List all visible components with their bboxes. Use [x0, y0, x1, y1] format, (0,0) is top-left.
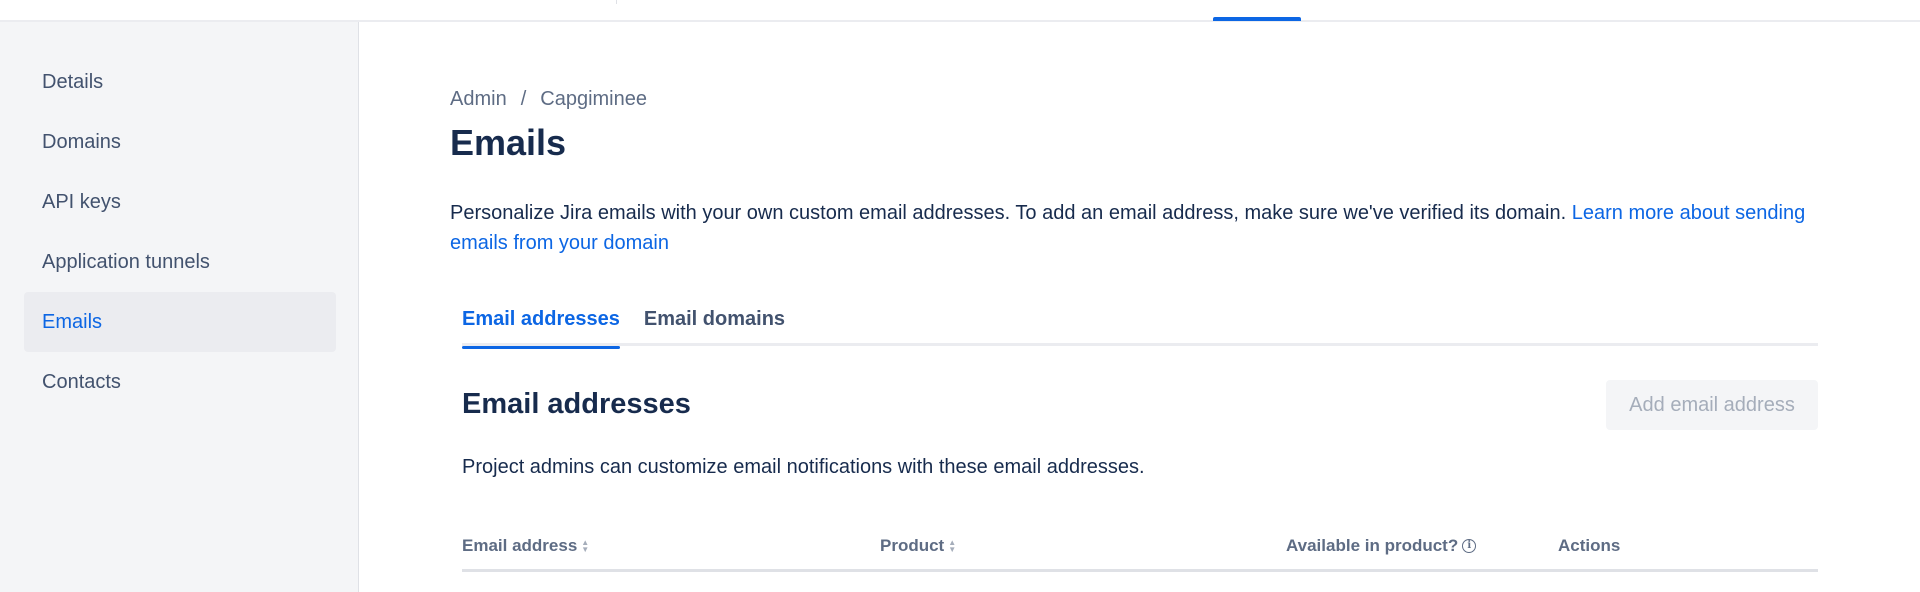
column-header-label: Email address	[462, 536, 578, 555]
column-header-label: Actions	[1558, 536, 1621, 555]
page-title: Emails	[450, 122, 567, 163]
add-email-address-button[interactable]: Add email address	[1606, 380, 1818, 430]
column-header-label: Available in product?	[1286, 536, 1459, 555]
topbar-divider	[616, 0, 617, 4]
tab-email-domains[interactable]: Email domains	[644, 304, 785, 346]
sort-icon: ▲ ▼	[948, 538, 957, 554]
settings-sidebar: Details Domains API keys Application tun…	[0, 22, 359, 592]
page-description: Personalize Jira emails with your own cu…	[450, 198, 1830, 258]
tab-email-addresses[interactable]: Email addresses	[462, 304, 620, 349]
column-header-email-address[interactable]: Email address ▲ ▼	[462, 536, 589, 556]
column-header-label: Product	[880, 536, 945, 555]
email-table-header: Email address ▲ ▼ Product ▲ ▼ Available in…	[462, 522, 1818, 572]
page-description-text: Personalize Jira emails with your own cu…	[450, 202, 1572, 224]
sidebar-item-details[interactable]: Details	[24, 52, 336, 112]
sort-icon: ▲ ▼	[581, 538, 590, 554]
column-header-actions: Actions	[1558, 536, 1620, 556]
sidebar-item-api-keys[interactable]: API keys	[24, 172, 336, 232]
sidebar-item-emails[interactable]: Emails	[24, 292, 336, 352]
breadcrumb-admin-link[interactable]: Admin	[450, 88, 507, 111]
column-header-available-in-product: Available in product? i	[1286, 536, 1477, 556]
topbar-active-tab-indicator	[1213, 17, 1301, 21]
section-title: Email addresses	[462, 388, 691, 420]
main-content: Admin / Capgiminee Emails Personalize Ji…	[360, 22, 1920, 592]
email-tabs: Email addresses Email domains	[462, 304, 1818, 349]
breadcrumb: Admin / Capgiminee	[450, 88, 647, 111]
breadcrumb-separator: /	[520, 88, 527, 110]
sidebar-item-domains[interactable]: Domains	[24, 112, 336, 172]
top-navigation-bar	[0, 0, 1920, 22]
breadcrumb-org-link[interactable]: Capgiminee	[540, 88, 647, 111]
info-icon[interactable]: i	[1462, 539, 1477, 553]
sidebar-item-contacts[interactable]: Contacts	[24, 352, 336, 412]
column-header-product[interactable]: Product ▲ ▼	[880, 536, 956, 556]
section-description: Project admins can customize email notif…	[462, 456, 1145, 478]
sidebar-item-application-tunnels[interactable]: Application tunnels	[24, 232, 336, 292]
